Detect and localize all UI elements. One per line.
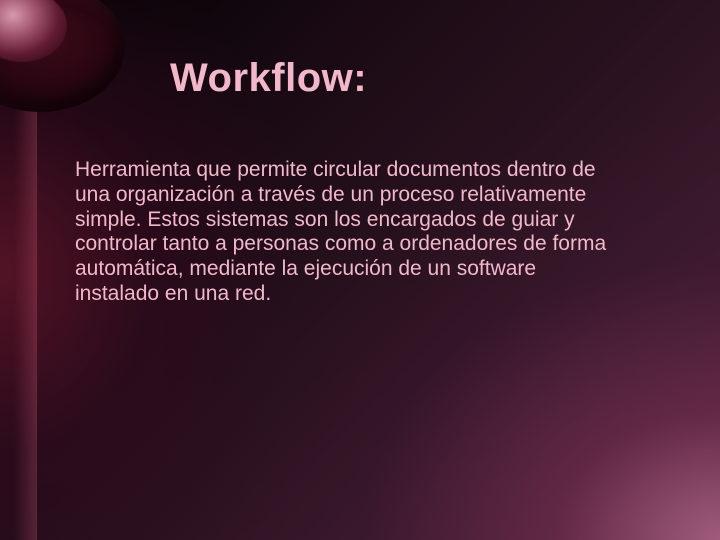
slide-title: Workflow: xyxy=(170,56,367,101)
corner-orb-highlight-icon xyxy=(0,0,67,62)
corner-orb-icon xyxy=(0,0,125,112)
slide: Workflow: Herramienta que permite circul… xyxy=(0,0,720,540)
slide-body-text: Herramienta que permite circular documen… xyxy=(75,158,615,307)
